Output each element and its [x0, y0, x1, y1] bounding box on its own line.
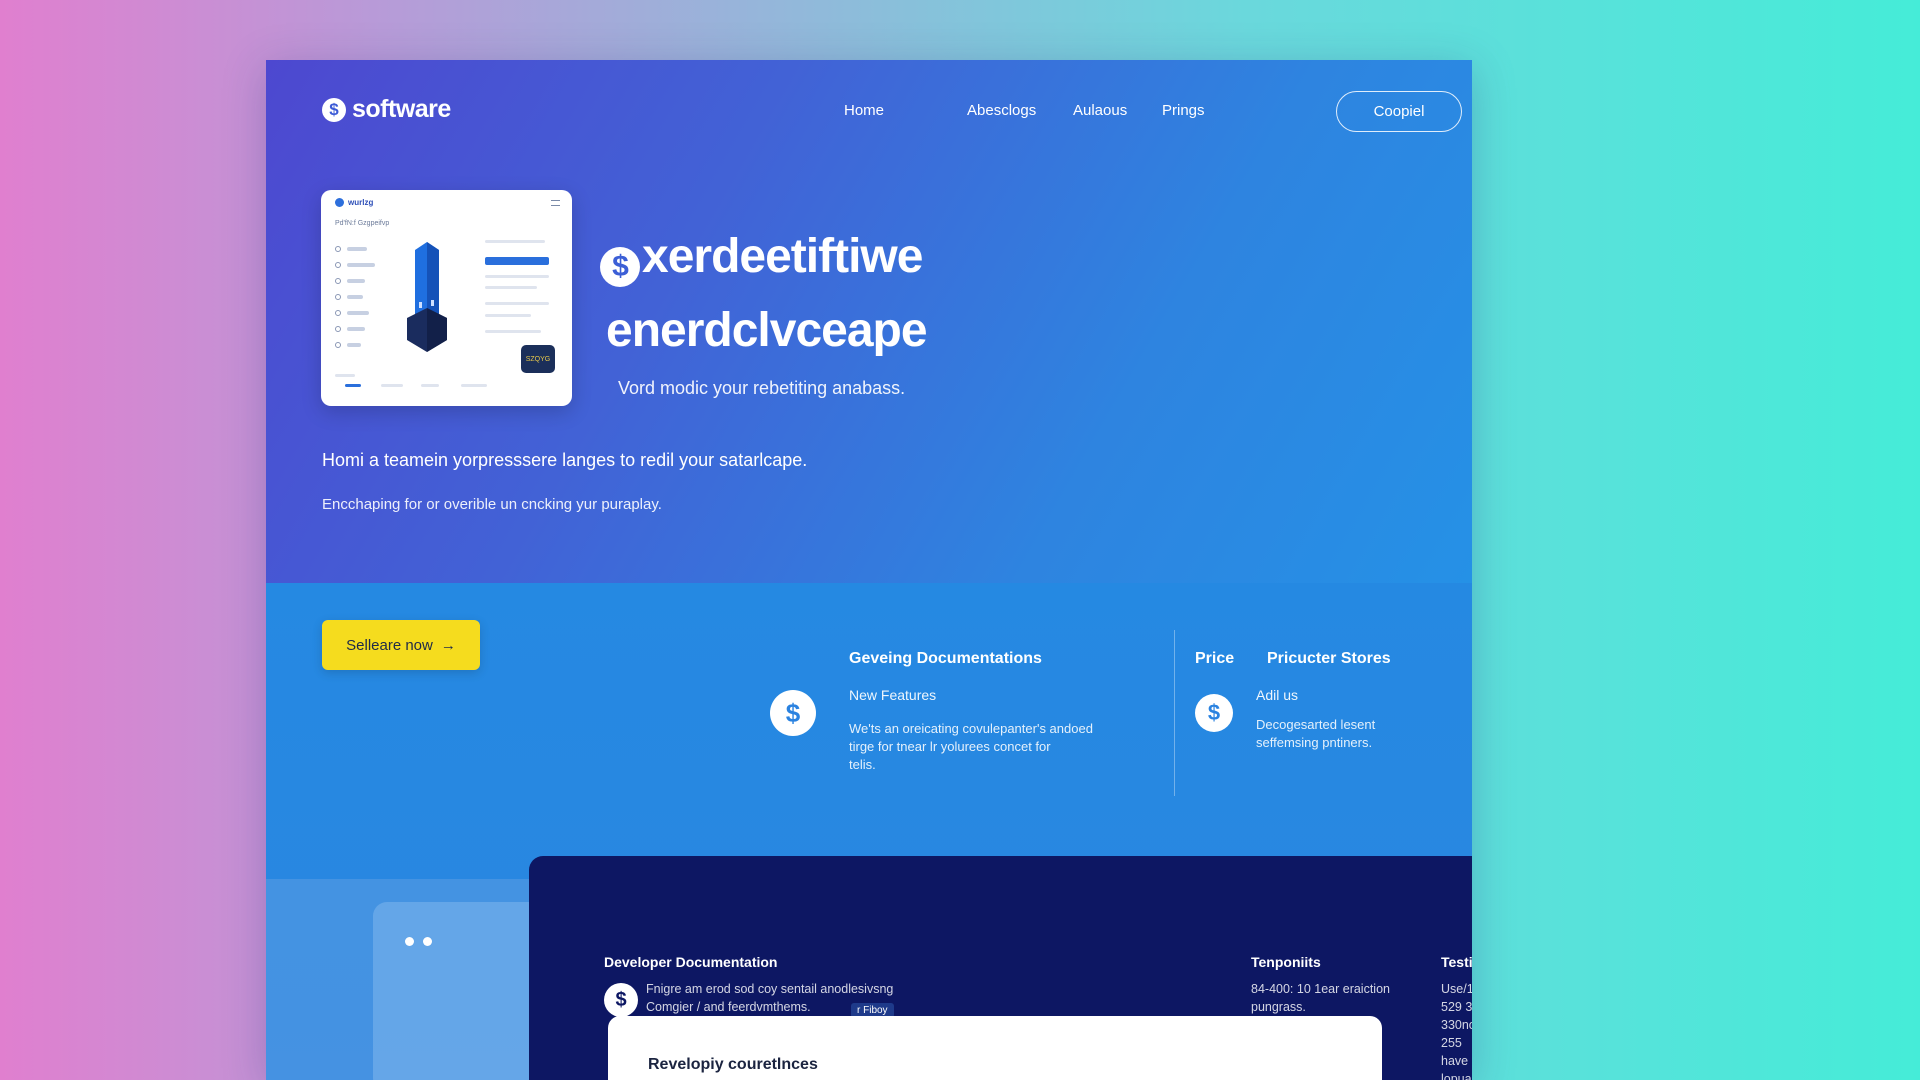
hero-subtitle: Vord modic your rebetiting anabass.	[618, 378, 906, 398]
cta-label: Selleare now	[346, 636, 433, 654]
sidebar-line	[347, 263, 375, 267]
preview-text-line	[421, 384, 439, 387]
feature-title-stores: Pricucter Stores	[1267, 650, 1391, 667]
feature-body: We'ts an oreicating covulepanter's andoe…	[849, 720, 1093, 774]
tower-chart-icon	[407, 242, 447, 352]
dev-docs-title: Developer Documentation	[604, 954, 778, 970]
preview-header: wurlzg	[335, 198, 373, 207]
preview-logo-icon	[335, 198, 344, 207]
preview-text-line	[485, 314, 531, 317]
hero-title-line2: enerdclvceape	[606, 304, 928, 357]
sidebar-icon	[335, 342, 341, 348]
sidebar-icon	[335, 294, 341, 300]
hero-title-line1: $ xerdeetiftiwe	[600, 220, 927, 294]
feature-title: Geveing Documentations	[849, 650, 1042, 667]
testimonials-title: Testionals	[1441, 954, 1472, 970]
sidebar-line	[347, 343, 361, 347]
feature-body-line: tirge for tnear lr yolurees concet for	[849, 739, 1051, 754]
content-card: Revelopiy couretlnces	[608, 1016, 1382, 1080]
templates-title: Tenponiits	[1251, 954, 1321, 970]
dot-indicator	[423, 937, 432, 946]
preview-text-line	[335, 374, 355, 377]
preview-text-line	[461, 384, 487, 387]
preview-text-line	[485, 286, 537, 289]
preview-text-line	[485, 275, 549, 278]
dot-indicator	[405, 937, 414, 946]
brand-logo[interactable]: $ software	[322, 95, 451, 124]
sidebar-line	[347, 247, 367, 251]
sidebar-icon	[335, 246, 341, 252]
feature-body-line: seffemsing pntiners.	[1256, 735, 1373, 750]
preview-button	[485, 257, 549, 265]
feature-subtitle: New Features	[849, 687, 937, 703]
feature-body: Decogesarted lesent seffemsing pntiners.	[1256, 716, 1375, 752]
preview-badge: SZQYG	[521, 345, 555, 373]
preview-text-line	[381, 384, 403, 387]
hero-title-line1-text: xerdeetiftiwe	[642, 230, 923, 283]
preview-text-line	[345, 384, 361, 387]
primary-cta-button[interactable]: Selleare now →	[322, 620, 480, 670]
preview-text-line	[485, 330, 541, 333]
testimonials-line: Use/1 529 34 330nont 255	[1441, 982, 1472, 1050]
feature-title-price: Price	[1195, 650, 1235, 667]
app-preview-card: wurlzg Pd'fN:f Gzgpeifvp SZQYG	[321, 190, 572, 406]
hero-title: $ xerdeetiftiwe enerdclvceape	[600, 220, 928, 368]
templates-line: 84-400: 10 1ear eraiction	[1251, 982, 1390, 996]
intro-subtext: Encchaping for or overible un cncking yu…	[322, 496, 662, 513]
preview-subtitle: Pd'fN:f Gzgpeifvp	[335, 220, 390, 227]
nav-link-aulaous[interactable]: Aulaous	[1073, 102, 1127, 119]
dollar-coin-icon: $	[770, 690, 816, 736]
feature-subtitle: Adil us	[1256, 687, 1299, 703]
nav-link-abesclogs[interactable]: Abesclogs	[967, 102, 1036, 119]
nav-cta-button[interactable]: Coopiel	[1336, 91, 1462, 132]
menu-icon	[551, 200, 560, 206]
dollar-coin-icon: $	[604, 983, 638, 1017]
preview-text-line	[485, 302, 549, 305]
landing-page: $ software Home Abesclogs Aulaous Prings…	[266, 60, 1472, 1080]
feature-body-line: telis.	[849, 757, 876, 772]
templates-text: 84-400: 10 1ear eraiction pungrass.	[1251, 980, 1390, 1016]
sidebar-icon	[335, 278, 341, 284]
sidebar-icon	[335, 262, 341, 268]
card-title: Revelopiy couretlnces	[648, 1056, 818, 1073]
preview-text-line	[485, 240, 545, 243]
sidebar-icon	[335, 326, 341, 332]
testimonials-line: have lopuan.	[1441, 1054, 1472, 1080]
sidebar-icon	[335, 310, 341, 316]
sidebar-line	[347, 327, 365, 331]
preview-app-name: wurlzg	[348, 198, 374, 207]
dollar-coin-icon: $	[1195, 694, 1233, 732]
templates-line: pungrass.	[1251, 1000, 1306, 1014]
dollar-coin-icon: $	[600, 247, 640, 287]
brand-name: software	[352, 95, 451, 123]
nav-link-home[interactable]: Home	[844, 102, 884, 119]
divider	[1174, 630, 1175, 796]
sidebar-line	[347, 279, 365, 283]
dev-docs-line: Fnigre am erod sod coy sentail anodlesiv…	[646, 982, 894, 996]
intro-text: Homi a teamein yorpresssere langes to re…	[322, 450, 808, 470]
arrow-right-icon: →	[440, 636, 456, 654]
feature-body-line: We'ts an oreicating covulepanter's andoe…	[849, 721, 1093, 736]
dollar-coin-icon: $	[322, 97, 346, 122]
nav-link-prings[interactable]: Prings	[1162, 102, 1205, 119]
sidebar-line	[347, 311, 369, 315]
sidebar-line	[347, 295, 363, 299]
feature-body-line: Decogesarted lesent	[1256, 717, 1376, 732]
testimonials-text: Use/1 529 34 330nont 255 have lopuan.	[1441, 980, 1472, 1080]
